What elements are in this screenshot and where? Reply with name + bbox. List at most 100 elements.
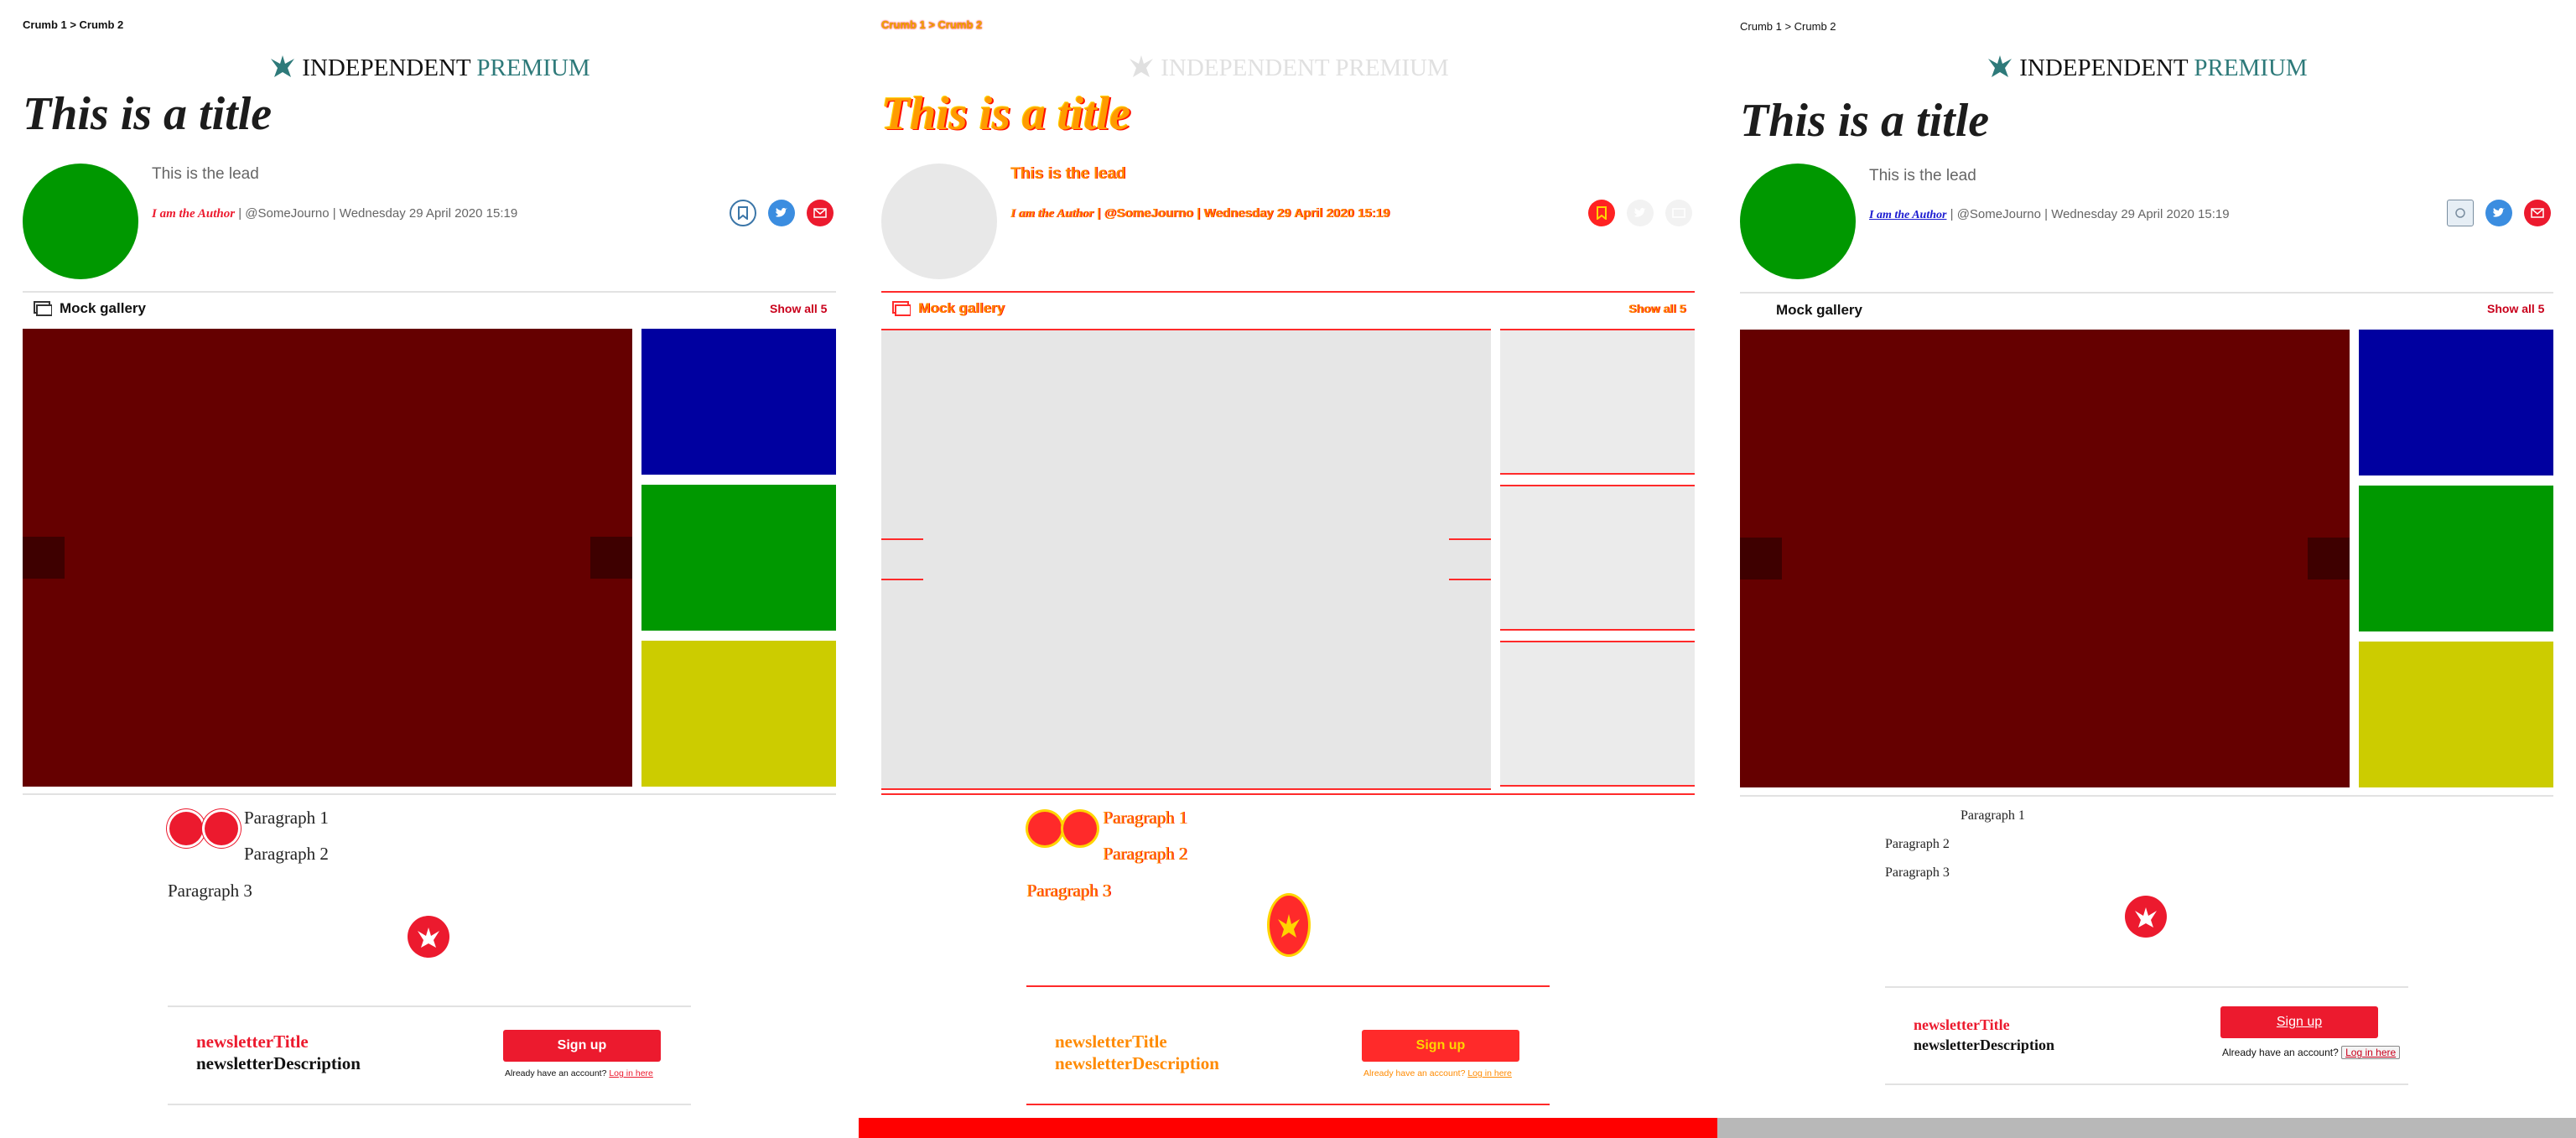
eagle-badge-icon xyxy=(2125,896,2167,938)
newsletter-title: newsletterTitle xyxy=(1055,1031,1167,1052)
bookmark-button[interactable] xyxy=(1588,200,1615,226)
gallery-thumb-2[interactable] xyxy=(641,485,836,631)
twitter-icon xyxy=(776,207,787,217)
gallery-icon xyxy=(892,301,911,316)
email-share-button[interactable] xyxy=(807,200,834,226)
login-link[interactable]: Log in here xyxy=(2341,1046,2401,1059)
login-link[interactable]: Log in here xyxy=(1467,1068,1512,1078)
account-prompt: Already have an account? Log in here xyxy=(2222,1046,2401,1059)
avatar xyxy=(1740,164,1856,279)
site-logo[interactable]: INDEPENDENT PREMIUM xyxy=(0,52,859,82)
gallery-main-image[interactable] xyxy=(1740,330,2350,787)
byline-meta: | @SomeJourno | Wednesday 29 April 2020 … xyxy=(1946,207,2230,221)
gallery-next-button[interactable] xyxy=(1449,538,1491,580)
divider xyxy=(23,793,836,795)
newsletter-description: newsletterDescription xyxy=(1055,1053,1219,1073)
divider xyxy=(881,291,1695,293)
paragraph-2: Paragraph 2 xyxy=(1103,844,1187,864)
gallery-thumb-2[interactable] xyxy=(1500,485,1695,631)
breadcrumb[interactable]: Crumb 1 > Crumb 2 xyxy=(881,18,982,31)
gallery-icon xyxy=(34,301,52,316)
avatar xyxy=(23,164,138,279)
breadcrumb[interactable]: Crumb 1 > Crumb 2 xyxy=(23,18,123,31)
gallery-main-image[interactable] xyxy=(23,329,632,787)
logo-premium-text: PREMIUM xyxy=(476,55,590,81)
twitter-share-button[interactable] xyxy=(2485,200,2512,226)
logo-main-text: INDEPENDENT xyxy=(302,55,471,81)
gallery-title: Mock gallery xyxy=(1776,302,1862,318)
gallery-thumb-1[interactable] xyxy=(1500,329,1695,475)
email-share-button[interactable] xyxy=(1665,200,1692,226)
newsletter-description: newsletterDescription xyxy=(196,1053,361,1073)
twitter-share-button[interactable] xyxy=(768,200,795,226)
byline: I am the Author | @SomeJourno | Wednesda… xyxy=(1010,206,1389,221)
site-logo[interactable]: INDEPENDENT PREMIUM xyxy=(1717,52,2576,82)
breadcrumb[interactable]: Crumb 1 > Crumb 2 xyxy=(1740,20,1836,33)
twitter-share-button[interactable] xyxy=(1627,200,1654,226)
account-prompt: Already have an account? Log in here xyxy=(1363,1068,1512,1078)
bookmark-button[interactable] xyxy=(2447,200,2474,226)
show-all-link[interactable]: Show all 5 xyxy=(770,302,827,315)
signup-button[interactable]: Sign up xyxy=(1362,1030,1519,1062)
quote-icon xyxy=(168,812,242,854)
paragraph-1: Paragraph 1 xyxy=(1961,808,2025,823)
gallery-thumb-1[interactable] xyxy=(2359,330,2553,475)
article-lead: This is the lead xyxy=(1869,167,1976,184)
gallery-thumb-3[interactable] xyxy=(641,641,836,787)
gallery-prev-button[interactable] xyxy=(23,537,65,579)
author-link[interactable]: I am the Author xyxy=(1869,209,1946,221)
newsletter-bottom-rule xyxy=(1885,1083,2408,1085)
newsletter-title: newsletterTitle xyxy=(1914,1016,2010,1033)
show-all-link[interactable]: Show all 5 xyxy=(1628,302,1685,315)
diff-status-bar xyxy=(859,1118,1717,1138)
gallery-thumb-3[interactable] xyxy=(2359,642,2553,787)
email-share-button[interactable] xyxy=(2524,200,2551,226)
gallery-thumb-2[interactable] xyxy=(2359,486,2553,631)
paragraph-3: Paragraph 3 xyxy=(168,881,252,901)
paragraph-3: Paragraph 3 xyxy=(1885,865,1950,880)
page-title: This is a title xyxy=(1740,95,1990,147)
gallery-prev-button[interactable] xyxy=(1740,538,1782,579)
author-link[interactable]: I am the Author xyxy=(152,207,235,221)
newsletter-bottom-rule xyxy=(1026,1104,1550,1105)
newsletter-description: newsletterDescription xyxy=(1914,1037,2054,1053)
article-lead: This is the lead xyxy=(152,165,259,183)
gallery-next-button[interactable] xyxy=(590,537,632,579)
gallery-next-button[interactable] xyxy=(2308,538,2350,579)
newsletter-top-rule xyxy=(168,1005,691,1007)
divider xyxy=(881,793,1695,795)
avatar xyxy=(881,164,997,279)
show-all-link[interactable]: Show all 5 xyxy=(2487,302,2544,315)
signup-button[interactable]: Sign up xyxy=(2220,1006,2378,1038)
newsletter-top-rule xyxy=(1026,985,1550,987)
eagle-badge-icon xyxy=(1270,896,1308,954)
bookmark-icon xyxy=(738,206,748,220)
page-title: This is a title xyxy=(881,88,1131,140)
paragraph-3: Paragraph 3 xyxy=(1026,881,1111,901)
eagle-logo-icon xyxy=(1988,55,2012,77)
logo-premium-text: PREMIUM xyxy=(1335,55,1449,81)
newsletter-top-rule xyxy=(1885,986,2408,988)
bookmark-icon xyxy=(2455,208,2465,218)
site-logo[interactable]: INDEPENDENT PREMIUM xyxy=(859,52,1717,82)
signup-button[interactable]: Sign up xyxy=(503,1030,661,1062)
paragraph-1: Paragraph 1 xyxy=(244,808,329,828)
status-bar xyxy=(1717,1118,2576,1138)
newsletter-bottom-rule xyxy=(168,1104,691,1105)
gallery-title: Mock gallery xyxy=(60,300,146,316)
account-text: Already have an account? xyxy=(1363,1068,1466,1078)
gallery-thumb-1[interactable] xyxy=(641,329,836,475)
bookmark-button[interactable] xyxy=(730,200,756,226)
gallery-prev-button[interactable] xyxy=(881,538,923,580)
byline-meta: | @SomeJourno | Wednesday 29 April 2020 … xyxy=(235,206,518,221)
byline: I am the Author | @SomeJourno | Wednesda… xyxy=(1869,207,2230,222)
gallery-main-image[interactable] xyxy=(881,329,1491,790)
twitter-icon xyxy=(1634,207,1646,217)
paragraph-2: Paragraph 2 xyxy=(1885,837,1950,851)
email-icon xyxy=(813,208,827,218)
login-link[interactable]: Log in here xyxy=(609,1068,653,1078)
gallery-thumb-3[interactable] xyxy=(1500,641,1695,787)
paragraph-1: Paragraph 1 xyxy=(1103,808,1187,828)
eagle-logo-icon xyxy=(271,55,295,77)
author-link[interactable]: I am the Author xyxy=(1010,207,1093,221)
